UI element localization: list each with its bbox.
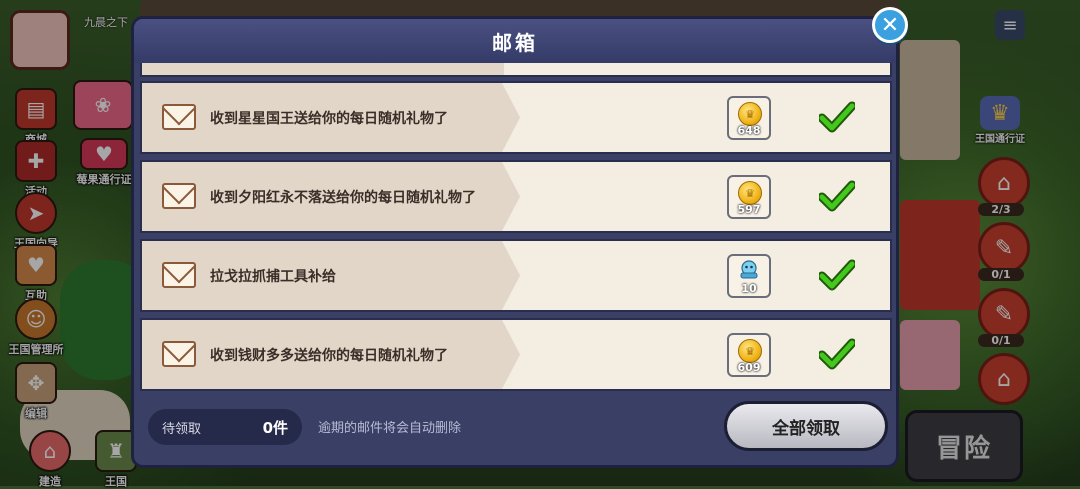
envelope-icon: [162, 341, 196, 367]
reward-quantity: 648: [737, 124, 761, 137]
envelope-icon: [162, 183, 196, 209]
list-item[interactable]: 拉戈拉抓捕工具补给 10: [140, 239, 892, 312]
check-icon: [819, 338, 855, 370]
pending-counter: 待领取 0件: [148, 409, 302, 445]
expire-note: 逾期的邮件将会自动删除: [318, 421, 462, 436]
reward-item[interactable]: ♛ 609: [727, 333, 771, 377]
close-icon: ✕: [880, 12, 900, 38]
pending-value: 0件: [262, 418, 288, 437]
mailbox-title: 邮箱: [492, 30, 538, 55]
reward-quantity: 597: [737, 203, 761, 216]
list-item[interactable]: 收到夕阳红永不落送给你的每日随机礼物了 ♛ 597: [140, 160, 892, 233]
close-button[interactable]: ✕: [872, 7, 908, 43]
message-text: 收到星星国王送给你的每日随机礼物了: [210, 110, 448, 127]
pending-label: 待领取: [162, 421, 202, 437]
list-item[interactable]: 收到星星国王送给你的每日随机礼物了 ♛ 648: [140, 81, 892, 154]
list-item-partial: [140, 63, 892, 77]
coin-icon: ♛: [738, 181, 762, 205]
list-item[interactable]: 收到钱财多多送给你的每日随机礼物了 ♛ 609: [140, 318, 892, 391]
claim-all-button[interactable]: 全部领取: [724, 401, 888, 451]
check-icon: [819, 259, 855, 291]
reward-item[interactable]: ♛ 648: [727, 96, 771, 140]
message-list[interactable]: 收到星星国王送给你的每日随机礼物了 ♛ 648 收到夕阳红永不落送给你的每日随机…: [138, 63, 892, 397]
coin-icon: ♛: [738, 339, 762, 363]
reward-quantity: 609: [737, 361, 761, 374]
message-text: 拉戈拉抓捕工具补给: [210, 268, 336, 285]
capture-tool-icon: [740, 260, 758, 279]
envelope-icon: [162, 104, 196, 130]
coin-icon: ♛: [738, 102, 762, 126]
reward-quantity: 10: [741, 282, 757, 295]
envelope-icon: [162, 262, 196, 288]
check-icon: [819, 180, 855, 212]
message-text: 收到钱财多多送给你的每日随机礼物了: [210, 347, 448, 364]
reward-item[interactable]: ♛ 597: [727, 175, 771, 219]
mailbox-panel: 邮箱 收到星星国王送给你的每日随机礼物了 ♛ 648 收到夕阳红永不落送给你的每…: [131, 16, 899, 468]
mailbox-title-bar: 邮箱: [134, 19, 896, 63]
check-icon: [819, 101, 855, 133]
message-text: 收到夕阳红永不落送给你的每日随机礼物了: [210, 189, 476, 206]
mailbox-footer: 待领取 0件 逾期的邮件将会自动删除 全部领取: [134, 395, 896, 465]
reward-item[interactable]: 10: [727, 254, 771, 298]
